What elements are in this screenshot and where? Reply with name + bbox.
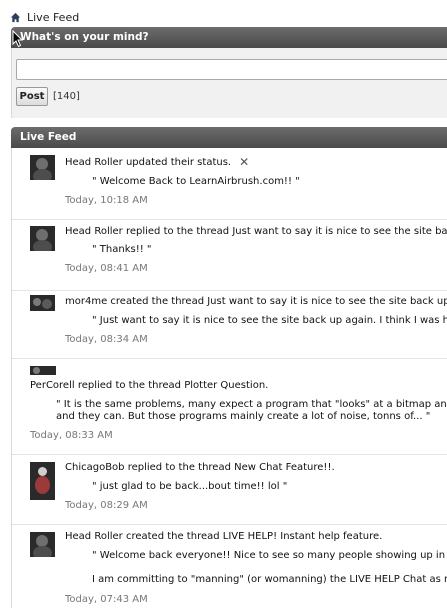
status-input[interactable] [16,59,447,80]
avatar[interactable] [30,226,55,251]
breadcrumb: Live Feed [10,9,79,25]
feed-item: Head Roller updated their status. ✕ " Wel… [12,148,447,220]
feed-quote: " Welcome Back to LearnAirbrush.com!! " [92,176,300,187]
feed-thread-link[interactable]: Just want to say it is nice to see the s… [232,226,447,237]
feed-quote: " It is the same problems, many expect a… [56,399,447,410]
feed-quote: " just glad to be back...bout time!! lol… [92,481,288,492]
status-panel-header: What's on your mind? [11,27,447,48]
avatar[interactable] [30,532,55,557]
feed-item: Head Roller replied to the thread Just w… [12,220,447,291]
avatar[interactable] [30,295,55,311]
feed-thread-link[interactable]: New Chat Feature!!. [234,462,335,473]
close-icon[interactable]: ✕ [239,155,249,169]
feed-thread-link[interactable]: Plotter Question. [184,380,268,391]
breadcrumb-label[interactable]: Live Feed [27,11,79,24]
avatar[interactable] [30,366,56,375]
feed-item: mor4me created the thread Just want to s… [12,291,447,359]
feed-user-link[interactable]: mor4me [65,296,107,307]
live-feed-list: Head Roller updated their status. ✕ " Wel… [11,148,447,608]
post-button[interactable]: Post [16,87,48,106]
feed-timestamp: Today, 10:18 AM [65,195,148,206]
feed-quote-continued: and they can. But those programs mainly … [56,411,431,422]
feed-user-link[interactable]: ChicagoBob [65,462,125,473]
live-feed-header: Live Feed [11,127,447,148]
feed-timestamp: Today, 07:43 AM [65,594,148,605]
feed-quote: " Just want to say it is nice to see the… [92,315,447,326]
avatar[interactable] [30,155,55,180]
feed-timestamp: Today, 08:34 AM [65,334,148,345]
feed-timestamp: Today, 08:29 AM [65,500,148,511]
feed-thread-link[interactable]: Just want to say it is nice to see the s… [207,296,447,307]
feed-item: ChicagoBob replied to the thread New Cha… [12,455,447,525]
feed-item: Head Roller created the thread LIVE HELP… [12,525,447,608]
feed-quote: " Welcome back everyone!! Nice to see so… [92,550,447,561]
feed-user-link[interactable]: Head Roller [65,226,123,237]
home-icon[interactable] [10,12,21,23]
feed-item: PerCorell replied to the thread Plotter … [12,359,447,455]
feed-timestamp: Today, 08:33 AM [30,430,113,441]
character-counter: [140] [53,91,80,102]
feed-user-link[interactable]: Head Roller [65,531,123,542]
feed-thread-link[interactable]: LIVE HELP! Instant help feature. [223,531,383,542]
feed-quote: " Thanks!! " [92,244,152,255]
mouse-cursor-icon [12,30,24,48]
feed-user-link[interactable]: Head Roller [65,157,123,168]
avatar[interactable] [30,462,55,500]
feed-quote-continued: I am committing to "manning" (or womanni… [92,574,447,585]
feed-user-link[interactable]: PerCorell [30,380,75,391]
feed-timestamp: Today, 08:41 AM [65,263,148,274]
